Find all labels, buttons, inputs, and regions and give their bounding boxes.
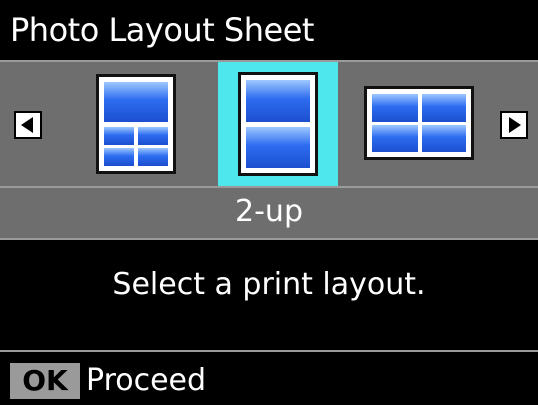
layout-4-up-landscape-icon (364, 86, 474, 160)
photo-slot (246, 80, 310, 122)
photo-slot (422, 125, 466, 152)
label-divider (0, 238, 538, 240)
arrow-right-icon (509, 117, 521, 133)
page-title: Photo Layout Sheet (10, 11, 314, 49)
layout-option-2-up[interactable] (218, 62, 338, 186)
photo-slot (104, 127, 134, 145)
scroll-right-button[interactable] (500, 111, 528, 139)
layout-carousel (0, 62, 538, 186)
scroll-left-button[interactable] (14, 111, 42, 139)
layout-option-4-up-landscape[interactable] (360, 62, 480, 186)
photo-slot (372, 94, 418, 122)
photo-slot (422, 94, 466, 122)
footer-bar: OK Proceed (0, 352, 538, 405)
arrow-left-icon (21, 117, 33, 133)
photo-slot (246, 127, 310, 168)
title-bar: Photo Layout Sheet (0, 0, 538, 60)
layout-4-up-icon (96, 74, 176, 174)
layout-option-4-up[interactable] (90, 62, 182, 186)
photo-slot (138, 148, 168, 166)
photo-slot (104, 82, 168, 122)
layout-2-up-icon (238, 72, 318, 176)
selected-layout-label: 2-up (235, 194, 303, 229)
selected-layout-band: 2-up (0, 188, 538, 238)
instruction-message: Select a print layout. (112, 267, 426, 302)
photo-slot (372, 125, 418, 152)
photo-slot (104, 148, 134, 166)
ok-button[interactable]: OK (10, 363, 80, 399)
photo-slot (138, 127, 168, 145)
proceed-label: Proceed (86, 363, 207, 398)
